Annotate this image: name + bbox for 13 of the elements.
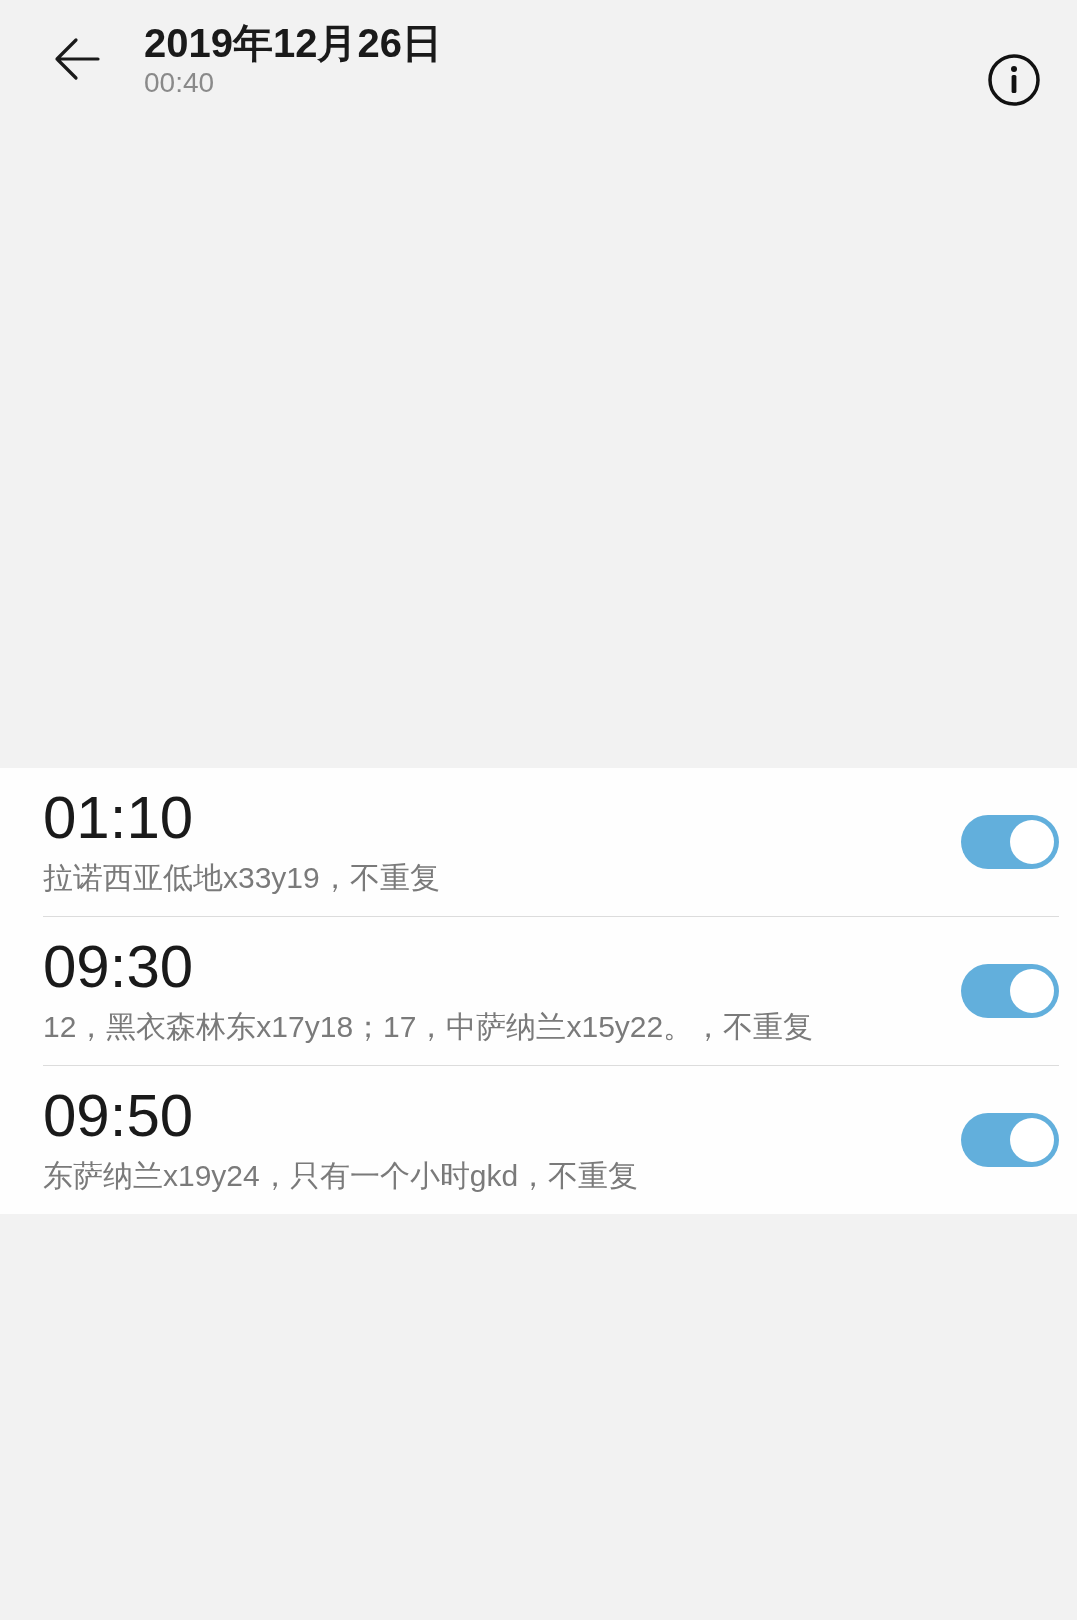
- alarm-toggle[interactable]: [961, 1113, 1059, 1167]
- alarm-toggle[interactable]: [961, 815, 1059, 869]
- alarm-description: 12，黑衣森林东x17y18；17，中萨纳兰x15y22。，不重复: [43, 1009, 815, 1045]
- info-icon: [987, 53, 1041, 107]
- alarm-time: 09:50: [43, 1081, 195, 1151]
- alarm-toggle[interactable]: [961, 964, 1059, 1018]
- alarm-time: 01:10: [43, 783, 195, 853]
- alarm-description: 东萨纳兰x19y24，只有一个小时gkd，不重复: [43, 1158, 640, 1194]
- info-button[interactable]: [987, 53, 1041, 107]
- alarm-description: 拉诺西亚低地x33y19，不重复: [43, 860, 441, 896]
- alarm-time: 09:30: [43, 932, 195, 1002]
- page-subtitle: 00:40: [144, 66, 216, 100]
- page-title: 2019年12月26日: [144, 20, 443, 66]
